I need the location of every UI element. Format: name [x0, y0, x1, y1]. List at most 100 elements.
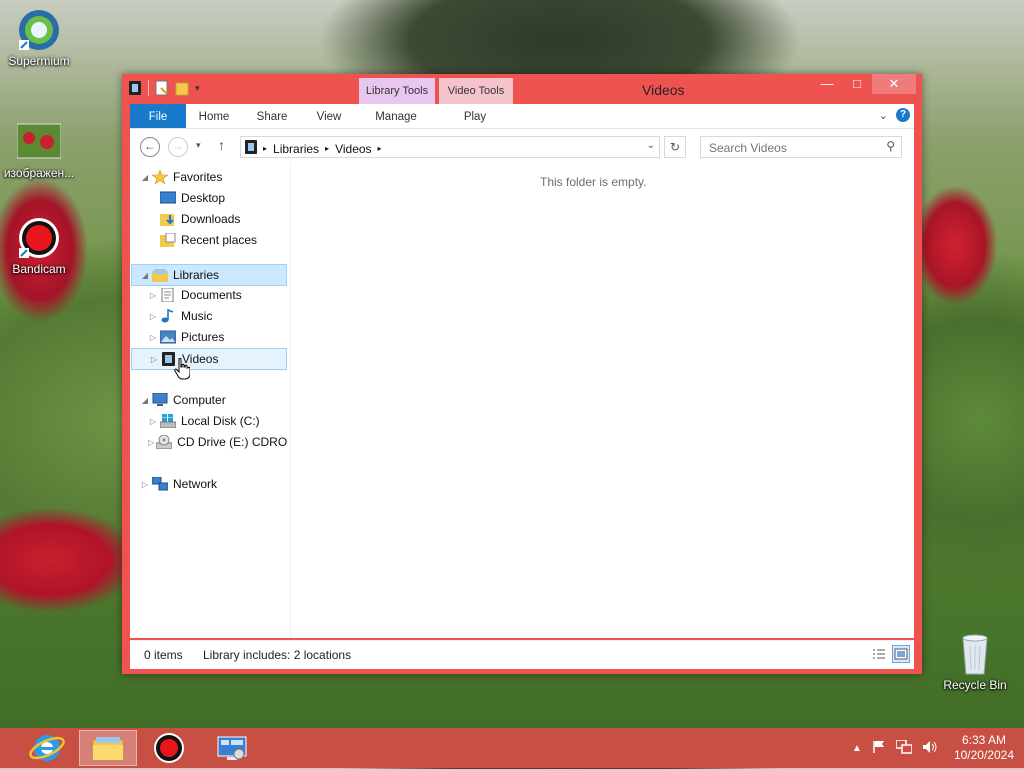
new-folder-icon[interactable] [175, 80, 189, 96]
context-tab-video-tools: Video Tools [439, 78, 513, 104]
computer-icon [152, 392, 168, 407]
bandicam-record-icon [154, 733, 184, 763]
network-status-icon[interactable] [895, 738, 913, 757]
volume-icon[interactable] [922, 740, 938, 757]
breadcrumb-videos[interactable]: Videos [335, 142, 371, 156]
clock-date: 10/20/2024 [953, 748, 1014, 762]
back-button[interactable]: ← [140, 137, 160, 157]
expand-arrow-icon[interactable]: ▷ [148, 312, 158, 321]
address-history-chevron-icon[interactable]: ⌄ [647, 140, 655, 151]
tab-play[interactable]: Play [446, 104, 504, 128]
nav-recent-places[interactable]: Recent places [158, 230, 288, 250]
expand-ribbon-chevron-icon[interactable]: ⌄ [879, 109, 888, 122]
window-title: Videos [642, 82, 685, 98]
clock-time: 6:33 AM [961, 733, 1006, 747]
tab-manage[interactable]: Manage [366, 104, 426, 128]
nav-label: Recent places [181, 233, 258, 247]
taskbar-clock[interactable]: 6:33 AM 10/20/2024 [948, 733, 1024, 763]
customize-qat-chevron-icon[interactable]: ▾ [195, 80, 205, 96]
nav-label: Downloads [181, 212, 241, 226]
expand-arrow-icon[interactable]: ▷ [148, 291, 158, 300]
library-info: Library includes: 2 locations [203, 648, 352, 662]
nav-desktop[interactable]: Desktop [158, 188, 288, 208]
taskbar: ▲ 6:33 AM 10/20/2024 [0, 728, 1024, 768]
desktop-icon-label: изображен... [3, 166, 75, 180]
expand-arrow-icon[interactable]: ▷ [149, 355, 159, 364]
nav-local-disk[interactable]: ▷ Local Disk (C:) [148, 411, 288, 431]
status-bar: 0 items Library includes: 2 locations [130, 640, 914, 669]
ribbon-right-controls: ⌄ ? [879, 108, 910, 122]
taskbar-internet-explorer[interactable] [18, 730, 76, 766]
taskbar-file-explorer[interactable] [79, 730, 137, 766]
properties-icon[interactable] [155, 80, 169, 96]
search-icon[interactable]: ⚲ [886, 139, 895, 153]
forward-button[interactable]: → [168, 137, 188, 157]
taskbar-bandicam[interactable] [140, 730, 198, 766]
title-bar[interactable]: ▾ Library Tools Video Tools Videos — □ ✕ [122, 74, 922, 104]
nav-cd-drive[interactable]: ▷ CD Drive (E:) CDROM [148, 432, 288, 452]
show-hidden-icons-chevron-icon[interactable]: ▲ [852, 743, 862, 754]
star-icon [151, 169, 169, 185]
search-box: ⚲ [700, 136, 902, 158]
tab-file[interactable]: File [130, 104, 186, 128]
refresh-button[interactable]: ↻ [664, 136, 686, 158]
breadcrumb-libraries[interactable]: Libraries [273, 142, 319, 156]
maximize-button[interactable]: □ [842, 74, 872, 94]
nav-documents[interactable]: ▷ Documents [148, 285, 288, 305]
pictures-icon [159, 330, 177, 344]
large-icons-view-icon[interactable] [892, 645, 910, 663]
nav-libraries[interactable]: ◢ Libraries [131, 264, 287, 286]
nav-label: Favorites [173, 170, 223, 184]
minimize-button[interactable]: — [812, 74, 842, 94]
desktop-icon-supermium[interactable]: Supermium [3, 8, 75, 68]
desktop-icon-recycle-bin[interactable]: Recycle Bin [939, 632, 1011, 692]
desktop-icon-image[interactable]: изображен... [3, 120, 75, 180]
window-controls: — □ ✕ [812, 74, 916, 94]
music-note-icon [160, 308, 176, 323]
nav-music[interactable]: ▷ Music [148, 306, 288, 326]
breadcrumb: ▸ Libraries ▸ Videos ▸ [245, 140, 382, 157]
nav-label: Desktop [181, 191, 226, 205]
nav-pictures[interactable]: ▷ Pictures [148, 327, 288, 347]
supermium-icon [17, 8, 61, 52]
recent-locations-chevron-icon[interactable]: ▾ [196, 140, 201, 151]
up-arrow-icon[interactable]: ↑ [218, 137, 225, 153]
expand-arrow-icon[interactable]: ▷ [148, 417, 158, 426]
file-explorer-folder-icon [92, 737, 124, 761]
address-bar[interactable]: ▸ Libraries ▸ Videos ▸ ⌄ [240, 136, 660, 158]
video-library-icon [128, 80, 142, 96]
nav-favorites[interactable]: ◢ Favorites [140, 167, 280, 187]
content-area: ◢ Favorites Desktop Downloads Recent pla… [130, 163, 914, 638]
recent-places-icon [160, 232, 176, 247]
breadcrumb-separator-icon[interactable]: ▸ [263, 144, 267, 153]
search-input[interactable] [707, 138, 881, 158]
nav-videos[interactable]: ▷ Videos [131, 348, 287, 370]
nav-label: Documents [181, 288, 242, 302]
tab-home[interactable]: Home [192, 104, 236, 128]
nav-computer[interactable]: ◢ Computer [140, 390, 280, 410]
close-button[interactable]: ✕ [872, 74, 916, 94]
expand-arrow-icon[interactable]: ▷ [148, 438, 154, 447]
tab-view[interactable]: View [308, 104, 350, 128]
collapse-arrow-icon[interactable]: ◢ [140, 271, 150, 280]
nav-network[interactable]: ▷ Network [140, 474, 280, 494]
tab-share[interactable]: Share [248, 104, 296, 128]
nav-downloads[interactable]: Downloads [158, 209, 288, 229]
internet-explorer-icon [29, 735, 65, 761]
expand-arrow-icon[interactable]: ▷ [148, 333, 158, 342]
taskbar-remote-desktop[interactable] [203, 730, 261, 766]
details-view-icon[interactable] [870, 645, 888, 663]
expand-arrow-icon[interactable]: ▷ [140, 480, 150, 489]
desktop-icon-label: Recycle Bin [943, 678, 1007, 692]
breadcrumb-separator-icon[interactable]: ▸ [325, 144, 329, 153]
breadcrumb-separator-icon[interactable]: ▸ [378, 144, 382, 153]
help-icon[interactable]: ? [896, 108, 910, 122]
action-center-flag-icon[interactable] [872, 740, 886, 757]
collapse-arrow-icon[interactable]: ◢ [140, 396, 150, 405]
collapse-arrow-icon[interactable]: ◢ [140, 173, 150, 182]
cd-drive-icon [155, 434, 173, 450]
bandicam-icon [17, 216, 61, 260]
empty-folder-message: This folder is empty. [540, 175, 647, 189]
downloads-folder-icon [160, 212, 176, 226]
desktop-icon-bandicam[interactable]: Bandicam [3, 216, 75, 276]
